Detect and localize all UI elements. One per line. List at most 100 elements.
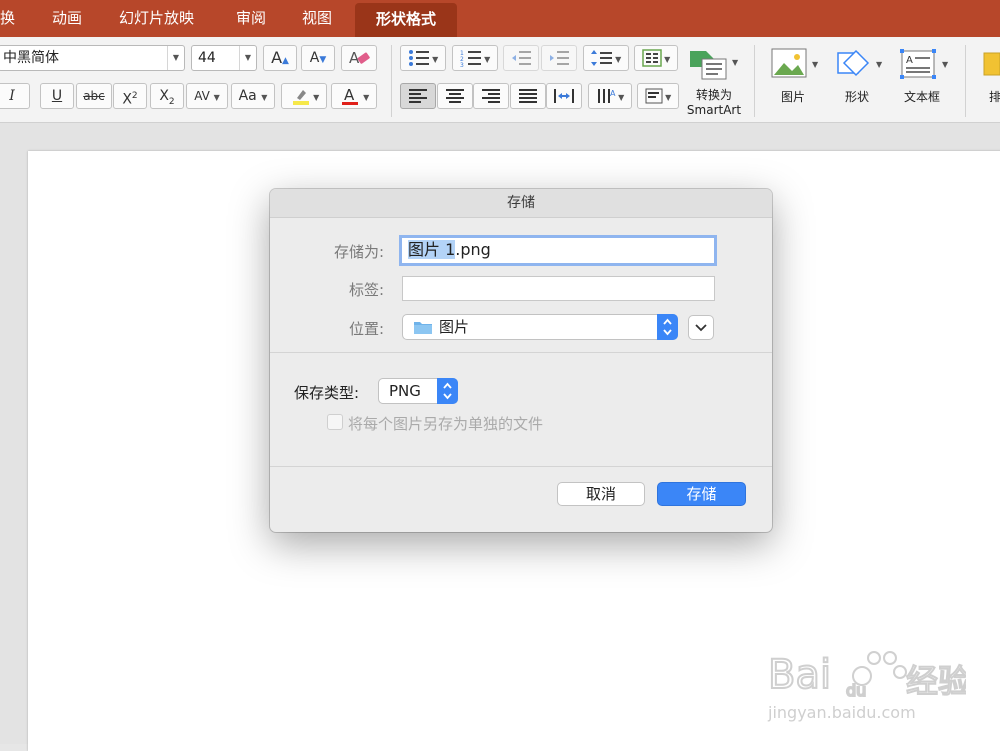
chevron-down-icon [695, 324, 707, 332]
strikethrough-button[interactable]: abc [76, 83, 112, 109]
align-left-icon [409, 89, 427, 103]
convert-smartart-button[interactable]: ▼ [688, 47, 742, 87]
location-label: 位置: [348, 320, 384, 338]
tab-shape-format[interactable]: 形状格式 [355, 3, 457, 37]
align-text-button[interactable]: ▼ [637, 83, 679, 109]
save-button[interactable]: 存储 [657, 482, 746, 506]
picture-icon: ▼ [771, 48, 819, 78]
cancel-button[interactable]: 取消 [557, 482, 645, 506]
numbering-button[interactable]: 1 2 3 ▼ [452, 45, 498, 71]
font-size-value: 44 [198, 50, 216, 66]
expand-dialog-button[interactable] [688, 315, 714, 340]
insert-textbox-button[interactable]: A ▼ [898, 47, 952, 85]
location-value: 图片 [439, 318, 470, 336]
font-size-combobox[interactable]: 44 ▼ [191, 45, 257, 71]
ribbon-separator [391, 45, 392, 117]
tags-label: 标签: [348, 281, 384, 299]
ribbon-separator [965, 45, 966, 117]
chevron-down-icon[interactable]: ▼ [239, 46, 256, 70]
filename-extension: .png [455, 240, 491, 259]
shapes-icon: ▼ [837, 49, 883, 77]
distributed-button[interactable] [546, 83, 582, 109]
tab-review[interactable]: 审阅 [236, 0, 266, 37]
font-name-value: 中黑简体 [3, 50, 59, 66]
up-down-chevron-icon [663, 318, 672, 336]
decrease-indent-button[interactable] [503, 45, 539, 71]
superscript-button[interactable]: X2 [113, 83, 147, 109]
align-center-icon [446, 89, 464, 103]
columns-icon [641, 49, 662, 67]
subscript-button[interactable]: X2 [150, 83, 184, 109]
arrange-icon [983, 52, 1000, 76]
insert-picture-button[interactable]: ▼ [770, 47, 822, 85]
location-stepper[interactable] [657, 314, 678, 340]
increase-indent-button[interactable] [541, 45, 577, 71]
line-spacing-button[interactable]: ▼ [583, 45, 629, 71]
align-right-button[interactable] [473, 83, 509, 109]
tab-view[interactable]: 视图 [302, 0, 332, 37]
ribbon-separator [754, 45, 755, 117]
save-as-label: 存储为: [333, 243, 384, 261]
svg-text:经验: 经验 [906, 662, 966, 700]
bullets-button[interactable]: ▼ [400, 45, 446, 71]
font-name-combobox[interactable]: 中黑简体 ▼ [0, 45, 185, 71]
format-value: PNG [389, 382, 421, 400]
svg-text:▼: ▼ [876, 60, 883, 69]
save-dialog: 存储 存储为: 图片 1.png 标签: 位置: 图片 保存类型: PNG 将每… [270, 189, 772, 532]
align-left-button[interactable] [400, 83, 436, 109]
columns-button[interactable]: ▼ [634, 45, 678, 71]
align-text-icon [645, 88, 663, 104]
character-spacing-button[interactable]: AV ▼ [186, 83, 228, 109]
dialog-title: 存储 [270, 189, 772, 218]
highlighter-icon [292, 90, 309, 105]
svg-text:A: A [906, 55, 913, 66]
bullet-list-icon [408, 50, 429, 66]
underline-button[interactable]: U [40, 83, 74, 109]
svg-text:du: du [846, 681, 866, 700]
arrange-button[interactable] [982, 49, 1000, 83]
chevron-down-icon[interactable]: ▼ [167, 46, 184, 70]
tab-animations[interactable]: 动画 [52, 0, 82, 37]
outdent-icon [512, 51, 531, 65]
tags-input[interactable] [402, 276, 715, 301]
svg-text:A: A [344, 86, 355, 104]
svg-text:▼: ▼ [942, 60, 949, 69]
dialog-divider [270, 466, 772, 467]
textbox-icon: A ▼ [900, 49, 949, 79]
italic-button[interactable]: I [0, 83, 30, 109]
separate-files-checkbox[interactable] [327, 414, 343, 430]
tab-slideshow[interactable]: 幻灯片放映 [119, 0, 194, 37]
grow-font-button[interactable]: A▲ [263, 45, 297, 71]
shape-label: 形状 [844, 90, 869, 104]
picture-label: 图片 [780, 90, 805, 104]
justify-button[interactable] [510, 83, 546, 109]
insert-shape-button[interactable]: ▼ [834, 47, 886, 85]
filename-input[interactable]: 图片 1.png [399, 235, 717, 266]
highlight-color-button[interactable]: ▼ [281, 83, 327, 109]
svg-text:Bai: Bai [768, 652, 831, 698]
location-popup[interactable]: 图片 [402, 314, 678, 340]
format-stepper[interactable] [437, 378, 458, 404]
dialog-divider [270, 352, 772, 353]
font-color-button[interactable]: A ▼ [331, 83, 377, 109]
baidu-watermark-logo: Bai du 经验 jingyan.baidu.com [767, 651, 971, 722]
format-popup[interactable]: PNG [378, 378, 458, 404]
svg-text:▼: ▼ [732, 58, 739, 67]
shrink-font-button[interactable]: A▼ [301, 45, 335, 71]
text-direction-button[interactable]: A ▼ [588, 83, 632, 109]
clear-formatting-button[interactable]: A [341, 45, 377, 71]
tab-transitions[interactable]: 换 [0, 0, 15, 37]
svg-text:▼: ▼ [812, 60, 819, 69]
align-right-icon [482, 89, 500, 103]
change-case-button[interactable]: Aa ▼ [231, 83, 275, 109]
baidu-watermark: Bai du 经验 jingyan.baidu.com [766, 636, 971, 726]
eraser-icon: A [349, 49, 370, 67]
smartart-label: 转换为 SmartArt [686, 88, 742, 117]
numbered-list-icon: 1 2 3 [460, 50, 481, 69]
textbox-label: 文本框 [903, 90, 940, 104]
smartart-icon: ▼ [690, 51, 739, 80]
justify-icon [519, 89, 537, 103]
align-center-button[interactable] [437, 83, 473, 109]
separate-files-label: 将每个图片另存为单独的文件 [348, 415, 544, 433]
arrange-label: 排 [988, 90, 1000, 104]
